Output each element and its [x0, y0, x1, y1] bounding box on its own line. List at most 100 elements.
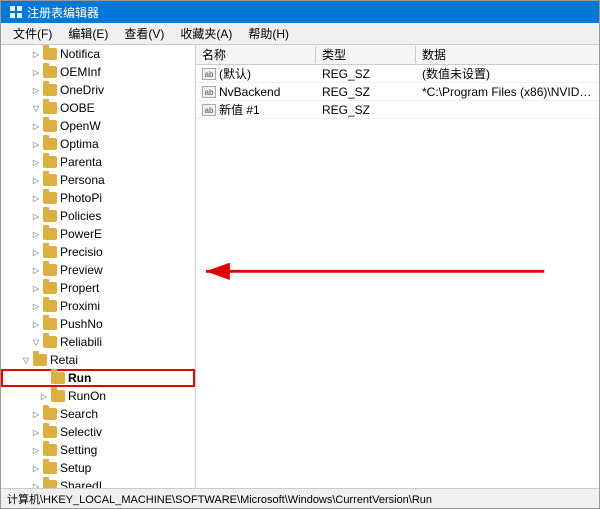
expand-icon: ▷	[29, 137, 43, 151]
menu-edit[interactable]: 编辑(E)	[60, 23, 116, 44]
tree-item-preview[interactable]: ▷ Preview	[1, 261, 195, 279]
expand-icon: ▷	[29, 119, 43, 133]
cell-type: REG_SZ	[316, 103, 416, 117]
folder-icon	[43, 318, 57, 330]
folder-icon	[43, 48, 57, 60]
tree-item-policies[interactable]: ▷ Policies	[1, 207, 195, 225]
folder-icon	[43, 210, 57, 222]
tree-item-pushno[interactable]: ▷ PushNo	[1, 315, 195, 333]
tree-label: Setting	[60, 443, 97, 457]
tree-item-persona[interactable]: ▷ Persona	[1, 171, 195, 189]
tree-item-precisio[interactable]: ▷ Precisio	[1, 243, 195, 261]
tree-item-retai[interactable]: ▽ Retai	[1, 351, 195, 369]
expand-icon: ▷	[29, 299, 43, 313]
tree-label: Selectiv	[60, 425, 102, 439]
tree-label: RunOn	[68, 389, 106, 403]
folder-icon	[43, 462, 57, 474]
tree-item-search[interactable]: ▷ Search	[1, 405, 195, 423]
tree-item-oeminf[interactable]: ▷ OEMInf	[1, 63, 195, 81]
expand-icon: ▷	[29, 317, 43, 331]
cell-type: REG_SZ	[316, 85, 416, 99]
tree-item-propert[interactable]: ▷ Propert	[1, 279, 195, 297]
expand-icon: ▷	[29, 479, 43, 488]
menu-favorites[interactable]: 收藏夹(A)	[172, 23, 240, 44]
tree-item-run[interactable]: Run	[1, 369, 195, 387]
folder-icon	[43, 444, 57, 456]
main-area: ▷ Notifica ▷ OEMInf ▷ OneDriv ▽ OOBE ▷	[1, 45, 599, 488]
tree-item-photopi[interactable]: ▷ PhotoPi	[1, 189, 195, 207]
menu-file[interactable]: 文件(F)	[5, 23, 60, 44]
tree-label: SharedI	[60, 479, 102, 488]
cell-name: ab (默认)	[196, 65, 316, 82]
folder-icon	[43, 228, 57, 240]
folder-icon	[43, 282, 57, 294]
expand-icon: ▽	[19, 353, 33, 367]
expand-icon: ▷	[29, 227, 43, 241]
folder-icon	[43, 138, 57, 150]
folder-icon	[43, 156, 57, 168]
tree-label: OOBE	[60, 101, 95, 115]
tree-label: Preview	[60, 263, 103, 277]
cell-type: REG_SZ	[316, 67, 416, 81]
tree-item-oobe[interactable]: ▽ OOBE	[1, 99, 195, 117]
folder-icon	[43, 300, 57, 312]
tree-item-selectiv[interactable]: ▷ Selectiv	[1, 423, 195, 441]
tree-label: Optima	[60, 137, 99, 151]
tree-item-sharedi[interactable]: ▷ SharedI	[1, 477, 195, 488]
tree-item-notifica[interactable]: ▷ Notifica	[1, 45, 195, 63]
table-row[interactable]: ab NvBackend REG_SZ *C:\Program Files (x…	[196, 83, 599, 101]
tree-item-openw[interactable]: ▷ OpenW	[1, 117, 195, 135]
expand-icon: ▽	[29, 101, 43, 115]
folder-icon	[51, 372, 65, 384]
expand-icon: ▽	[29, 335, 43, 349]
tree-label: Policies	[60, 209, 101, 223]
tree-item-setup[interactable]: ▷ Setup	[1, 459, 195, 477]
tree-item-setting[interactable]: ▷ Setting	[1, 441, 195, 459]
menu-help[interactable]: 帮助(H)	[240, 23, 297, 44]
tree-label: Retai	[50, 353, 78, 367]
tree-label: Proximi	[60, 299, 100, 313]
tree-item-powere[interactable]: ▷ PowerE	[1, 225, 195, 243]
folder-icon	[43, 84, 57, 96]
tree-label: OpenW	[60, 119, 101, 133]
tree-label: Reliabili	[60, 335, 102, 349]
tree-label: Notifica	[60, 47, 100, 61]
folder-icon	[33, 354, 47, 366]
regedit-window: 注册表编辑器 文件(F) 编辑(E) 查看(V) 收藏夹(A) 帮助(H) ▷ …	[0, 0, 600, 509]
expand-icon: ▷	[29, 407, 43, 421]
menu-view[interactable]: 查看(V)	[116, 23, 172, 44]
tree-label: PushNo	[60, 317, 103, 331]
tree-item-reliabili[interactable]: ▽ Reliabili	[1, 333, 195, 351]
expand-icon: ▷	[29, 281, 43, 295]
cell-data: (数值未设置)	[416, 65, 599, 82]
expand-icon: ▷	[29, 65, 43, 79]
folder-icon	[43, 426, 57, 438]
reg-icon: ab	[202, 86, 216, 98]
tree-label: Propert	[60, 281, 99, 295]
expand-icon: ▷	[29, 155, 43, 169]
tree-item-proximi[interactable]: ▷ Proximi	[1, 297, 195, 315]
table-row[interactable]: ab 新值 #1 REG_SZ	[196, 101, 599, 119]
tree-item-parenta[interactable]: ▷ Parenta	[1, 153, 195, 171]
expand-icon: ▷	[29, 83, 43, 97]
title-bar: 注册表编辑器	[1, 1, 599, 23]
col-header-name: 名称	[196, 46, 316, 63]
table-body: ab (默认) REG_SZ (数值未设置) ab NvBackend REG_…	[196, 65, 599, 488]
status-bar: 计算机\HKEY_LOCAL_MACHINE\SOFTWARE\Microsof…	[1, 488, 599, 508]
tree-item-optima[interactable]: ▷ Optima	[1, 135, 195, 153]
tree-label: Precisio	[60, 245, 103, 259]
folder-icon	[43, 480, 57, 488]
right-panel: 名称 类型 数据 ab (默认) REG_SZ (数值未设置) ab	[196, 45, 599, 488]
folder-icon	[51, 390, 65, 402]
expand-icon: ▷	[29, 263, 43, 277]
folder-icon	[43, 246, 57, 258]
tree-label: Search	[60, 407, 98, 421]
table-row[interactable]: ab (默认) REG_SZ (数值未设置)	[196, 65, 599, 83]
cell-name: ab NvBackend	[196, 85, 316, 99]
tree-item-onedriv[interactable]: ▷ OneDriv	[1, 81, 195, 99]
expand-icon: ▷	[29, 173, 43, 187]
menu-bar: 文件(F) 编辑(E) 查看(V) 收藏夹(A) 帮助(H)	[1, 23, 599, 45]
reg-default-icon: ab	[202, 68, 216, 80]
tree-item-runon[interactable]: ▷ RunOn	[1, 387, 195, 405]
tree-panel[interactable]: ▷ Notifica ▷ OEMInf ▷ OneDriv ▽ OOBE ▷	[1, 45, 196, 488]
